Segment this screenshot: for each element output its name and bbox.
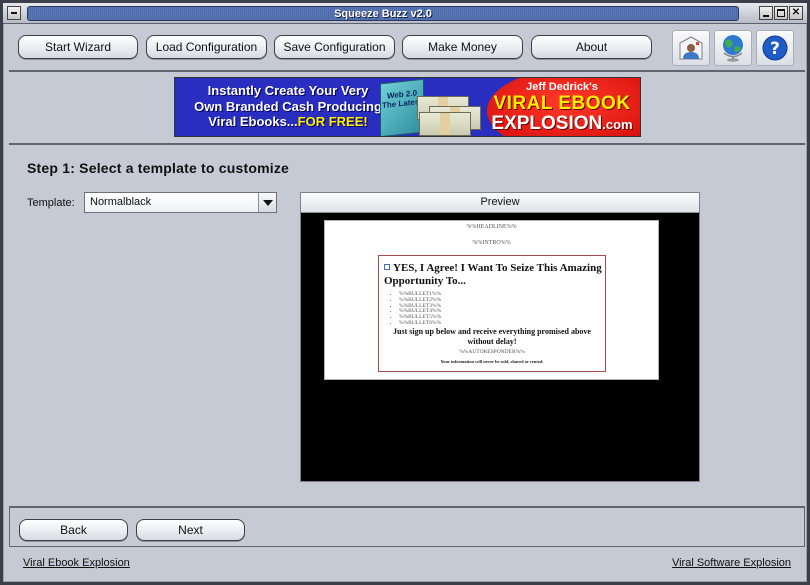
viral-ebook-explosion-link[interactable]: Viral Ebook Explosion (23, 557, 130, 569)
banner-brand-word: EXPLOSION (491, 113, 603, 134)
cash-stack-image (415, 92, 485, 136)
system-menu-icon[interactable] (7, 6, 21, 20)
close-icon: ✕ (791, 7, 801, 18)
window-title: Squeeze Buzz v2.0 (334, 8, 432, 20)
chevron-down-icon[interactable] (258, 193, 276, 212)
start-wizard-button[interactable]: Start Wizard (18, 35, 138, 59)
content-divider (9, 506, 805, 508)
preview-header: Preview (301, 193, 699, 213)
bullet-list: %%BULLET1%% %%BULLET2%% %%BULLET3%% %%BU… (399, 291, 441, 327)
banner-divider (9, 143, 805, 145)
next-button[interactable]: Next (136, 519, 245, 541)
title-track: Squeeze Buzz v2.0 (27, 6, 739, 21)
toolbar: Start Wizard Load Configuration Save Con… (9, 27, 805, 69)
about-button[interactable]: About (531, 35, 652, 59)
viral-ebook-explosion-banner[interactable]: Instantly Create Your Very Own Branded C… (174, 77, 641, 137)
viral-software-explosion-link[interactable]: Viral Software Explosion (672, 557, 791, 569)
template-select[interactable]: Normalblack (84, 192, 277, 213)
toolbar-divider (9, 70, 805, 72)
banner-line: Viral Ebooks... (208, 114, 298, 129)
back-button[interactable]: Back (19, 519, 128, 541)
preview-page: %%HEADLINE%% %%INTRO%% YES, I Agree! I W… (324, 220, 659, 380)
nav-divider (9, 546, 805, 547)
checkbox-icon (384, 264, 390, 270)
nav-panel-left-border (9, 506, 10, 547)
svg-text:?: ? (770, 39, 780, 59)
step-title: Step 1: Select a template to customize (27, 160, 290, 176)
banner-brand-line2: EXPLOSION.com (487, 114, 637, 135)
banner-brand-line1: VIRAL EBOOK (493, 93, 631, 114)
optin-heading-text: YES, I Agree! I Want To Seize This Amazi… (384, 262, 602, 287)
optin-box: YES, I Agree! I Want To Seize This Amazi… (378, 255, 606, 372)
app-window: Squeeze Buzz v2.0 ✕ Start Wizard Load Co… (0, 0, 810, 585)
autoresponder-placeholder: %%AUTORESPONDER%% (459, 349, 525, 355)
intro-placeholder: %%INTRO%% (472, 240, 511, 246)
banner-tagline: Instantly Create Your Very Own Branded C… (183, 83, 393, 130)
preview-panel: Preview %%HEADLINE%% %%INTRO%% YES, I Ag… (300, 192, 700, 482)
help-button[interactable]: ? (756, 30, 794, 66)
load-configuration-button[interactable]: Load Configuration (146, 35, 267, 59)
title-bar[interactable]: Squeeze Buzz v2.0 ✕ (3, 3, 807, 24)
banner-line: Instantly Create Your Very (207, 83, 369, 98)
close-button[interactable]: ✕ (789, 6, 803, 20)
banner-brand: Jeff Dedrick's VIRAL EBOOK EXPLOSION.com (487, 81, 637, 135)
banner-free-text: FOR FREE! (297, 114, 368, 129)
website-button[interactable] (714, 30, 752, 66)
globe-icon (723, 35, 743, 62)
help-icon: ? (762, 35, 788, 61)
contact-button[interactable] (672, 30, 710, 66)
template-select-value: Normalblack (90, 196, 152, 208)
template-label: Template: (27, 197, 75, 209)
optin-cta: Just sign up below and receive everythin… (393, 327, 591, 346)
bullet-item: %%BULLET6%% (399, 320, 441, 327)
maximize-icon (777, 9, 785, 17)
make-money-button[interactable]: Make Money (402, 35, 523, 59)
save-configuration-button[interactable]: Save Configuration (274, 35, 395, 59)
contact-icon (679, 36, 703, 60)
maximize-button[interactable] (774, 6, 788, 20)
minimize-button[interactable] (759, 6, 773, 20)
banner-domain-suffix: .com (602, 117, 633, 132)
nav-panel-right-border (804, 506, 805, 547)
privacy-notice: Your information will never be sold, sha… (440, 359, 544, 364)
banner-line: Own Branded Cash Producing (194, 98, 382, 114)
minimize-icon (763, 15, 769, 17)
headline-placeholder: %%HEADLINE%% (466, 224, 517, 230)
optin-heading: YES, I Agree! I Want To Seize This Amazi… (384, 262, 604, 287)
